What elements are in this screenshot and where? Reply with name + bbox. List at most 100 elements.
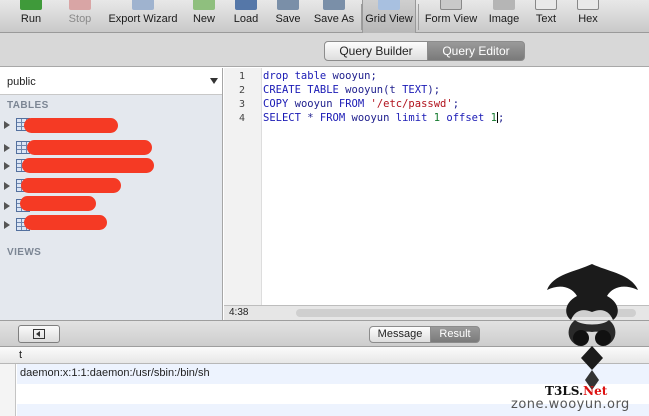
query-editor-tab[interactable]: Query Editor bbox=[427, 41, 525, 61]
message-tab[interactable]: Message bbox=[369, 326, 431, 343]
line-number: 3 bbox=[238, 99, 245, 110]
image-label: Image bbox=[488, 13, 520, 25]
disclosure-triangle-icon[interactable] bbox=[4, 162, 10, 170]
text-label: Text bbox=[535, 13, 557, 25]
disclosure-triangle-icon[interactable] bbox=[4, 144, 10, 152]
text-icon bbox=[535, 0, 557, 10]
sidebar: public TABLES VIEWS bbox=[0, 68, 223, 320]
views-heading: VIEWS bbox=[7, 247, 42, 258]
table-item[interactable] bbox=[0, 196, 222, 216]
punctuation: ; bbox=[497, 112, 505, 124]
code-line-2[interactable]: CREATE TABLE wooyun(t TEXT); bbox=[263, 84, 440, 96]
table-item[interactable] bbox=[0, 215, 222, 235]
image-button[interactable]: Image bbox=[484, 0, 524, 33]
hex-icon bbox=[577, 0, 599, 10]
image-icon bbox=[493, 0, 515, 10]
keyword: offset bbox=[446, 112, 485, 124]
stop-button[interactable]: Stop bbox=[60, 0, 100, 33]
tables-heading: TABLES bbox=[7, 100, 49, 111]
disclosure-triangle-icon[interactable] bbox=[4, 221, 10, 229]
save-as-label: Save As bbox=[313, 13, 355, 25]
save-as-button[interactable]: Save As bbox=[310, 0, 358, 33]
watermark-brand: T3LS.Net bbox=[545, 384, 608, 398]
form-view-label: Form View bbox=[424, 13, 478, 25]
result-tab[interactable]: Result bbox=[430, 326, 480, 343]
stop-label: Stop bbox=[68, 13, 92, 25]
keyword: SELECT bbox=[263, 112, 301, 124]
keyword: CREATE TABLE bbox=[263, 84, 339, 96]
table-cell[interactable]: daemon:x:1:1:daemon:/usr/sbin:/bin/sh bbox=[20, 367, 210, 379]
keyword: limit bbox=[395, 112, 428, 124]
column-header-label: t bbox=[19, 349, 23, 361]
run-icon bbox=[20, 0, 42, 10]
form-view-icon bbox=[440, 0, 462, 10]
disclosure-triangle-icon[interactable] bbox=[4, 202, 10, 210]
code-line-3[interactable]: COPY wooyun FROM '/etc/passwd'; bbox=[263, 98, 459, 110]
stop-icon bbox=[69, 0, 91, 10]
watermark-dragon-logo bbox=[547, 264, 638, 390]
line-number: 2 bbox=[238, 85, 245, 96]
schema-select[interactable]: public bbox=[0, 68, 222, 95]
dropdown-arrow-icon bbox=[210, 78, 218, 84]
table-item[interactable] bbox=[0, 138, 222, 158]
punctuation: ); bbox=[427, 84, 441, 96]
grid-view-button[interactable]: Grid View bbox=[362, 0, 416, 33]
save-icon bbox=[277, 0, 299, 10]
watermark-site: zone.wooyun.org bbox=[511, 397, 630, 412]
save-button[interactable]: Save bbox=[270, 0, 306, 33]
punctuation: ; bbox=[452, 98, 460, 110]
keyword: FROM bbox=[338, 98, 365, 110]
new-label: New bbox=[192, 13, 215, 25]
form-view-button[interactable]: Form View bbox=[422, 0, 480, 33]
redacted-table-name bbox=[24, 118, 118, 133]
export-wizard-button[interactable]: Export Wizard bbox=[104, 0, 182, 33]
table-item[interactable] bbox=[0, 115, 222, 135]
line-number: 4 bbox=[238, 113, 245, 124]
disclosure-triangle-icon[interactable] bbox=[4, 121, 10, 129]
toolbar: Run Stop Export Wizard New Load Save Sav… bbox=[0, 0, 649, 33]
keyword: FROM bbox=[319, 112, 346, 124]
query-builder-tab[interactable]: Query Builder bbox=[324, 41, 428, 61]
run-button[interactable]: Run bbox=[8, 0, 54, 33]
collapse-panel-icon bbox=[33, 329, 45, 339]
keyword: TEXT bbox=[402, 84, 428, 96]
redacted-table-name bbox=[21, 178, 121, 193]
grid-view-label: Grid View bbox=[365, 13, 413, 25]
line-number-gutter: 1 2 3 4 bbox=[224, 68, 262, 305]
disclosure-triangle-icon[interactable] bbox=[4, 182, 10, 190]
identifier: wooyun bbox=[345, 112, 396, 124]
table-item[interactable] bbox=[0, 156, 222, 176]
mode-bar: Query Builder Query Editor bbox=[0, 33, 649, 67]
code-line-1[interactable]: drop table wooyun; bbox=[263, 70, 377, 82]
text-button[interactable]: Text bbox=[530, 0, 562, 33]
redacted-table-name bbox=[24, 215, 107, 230]
grid-view-icon bbox=[378, 0, 400, 10]
line-number: 1 bbox=[238, 71, 245, 82]
keyword: COPY bbox=[263, 98, 289, 110]
code-line-4[interactable]: SELECT * FROM wooyun limit 1 offset 1; bbox=[263, 112, 504, 124]
row-selector-gutter bbox=[0, 364, 16, 416]
redacted-table-name bbox=[27, 140, 152, 155]
redacted-table-name bbox=[20, 196, 96, 211]
save-as-icon bbox=[323, 0, 345, 10]
export-wizard-label: Export Wizard bbox=[108, 13, 178, 25]
toolbar-separator bbox=[418, 4, 419, 30]
toggle-sidebar-button[interactable] bbox=[18, 325, 60, 343]
cursor-position: 4:38 bbox=[229, 307, 249, 318]
load-icon bbox=[235, 0, 257, 10]
load-label: Load bbox=[233, 13, 259, 25]
load-button[interactable]: Load bbox=[228, 0, 264, 33]
redacted-table-name bbox=[22, 158, 154, 173]
keyword: drop table bbox=[263, 70, 327, 82]
identifier: wooyun; bbox=[326, 70, 377, 82]
hex-button[interactable]: Hex bbox=[570, 0, 606, 33]
string-literal: '/etc/passwd' bbox=[370, 98, 453, 110]
new-button[interactable]: New bbox=[186, 0, 222, 33]
export-wizard-icon bbox=[132, 0, 154, 10]
identifier: wooyun(t bbox=[338, 84, 403, 96]
hex-label: Hex bbox=[578, 13, 598, 25]
operator: * bbox=[300, 112, 320, 124]
identifier: wooyun bbox=[288, 98, 339, 110]
table-item[interactable] bbox=[0, 176, 222, 196]
schema-select-value: public bbox=[7, 76, 36, 88]
